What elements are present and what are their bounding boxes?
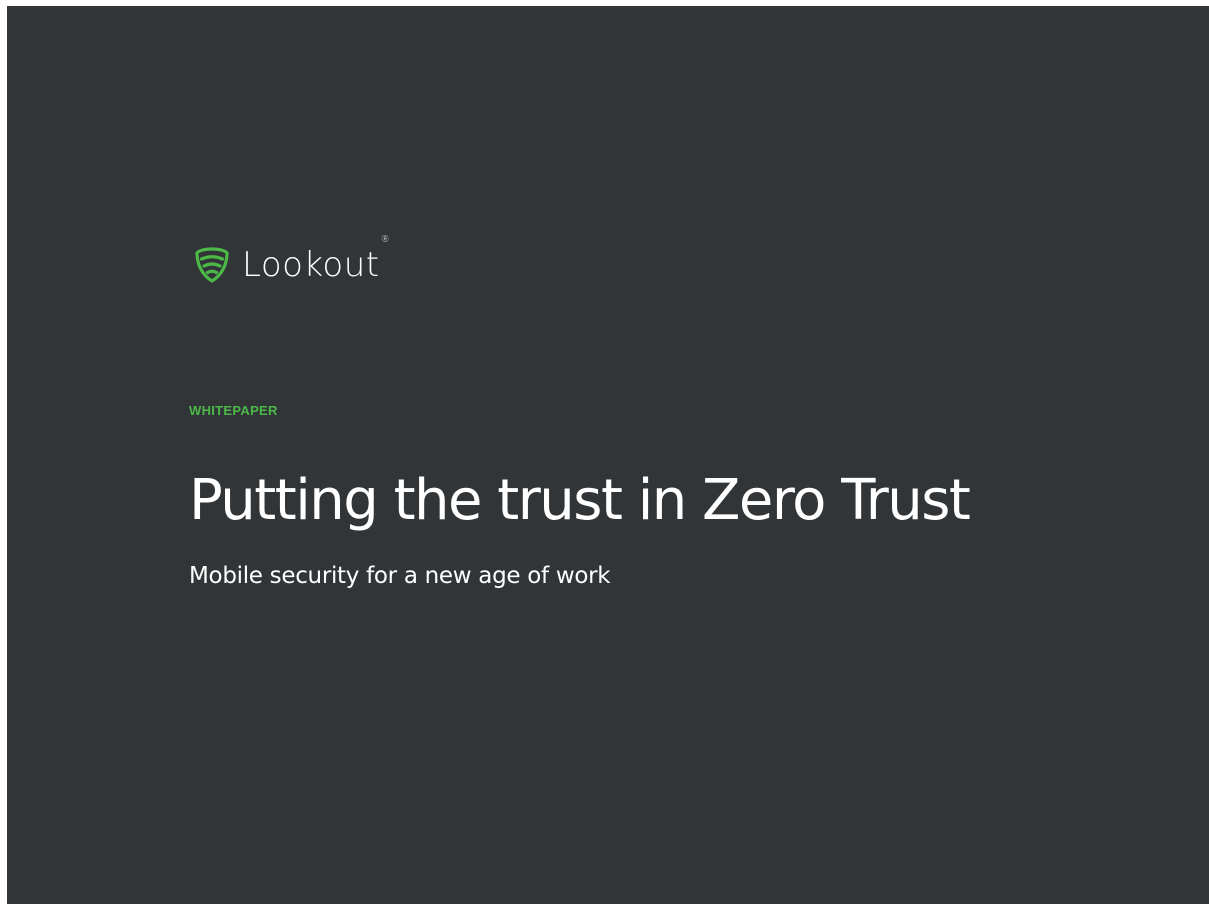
brand-logo: Lookout® bbox=[194, 236, 390, 285]
document-subtitle: Mobile security for a new age of work bbox=[189, 563, 611, 589]
brand-name: Lookout bbox=[242, 245, 380, 285]
trademark-mark: ® bbox=[380, 235, 391, 245]
shield-icon bbox=[195, 247, 229, 283]
document-type-label: WHITEPAPER bbox=[189, 403, 278, 418]
whitepaper-cover: Lookout® WHITEPAPER Putting the trust in… bbox=[7, 6, 1209, 904]
document-title: Putting the trust in Zero Trust bbox=[189, 468, 971, 533]
brand-wordmark: Lookout® bbox=[242, 236, 390, 285]
